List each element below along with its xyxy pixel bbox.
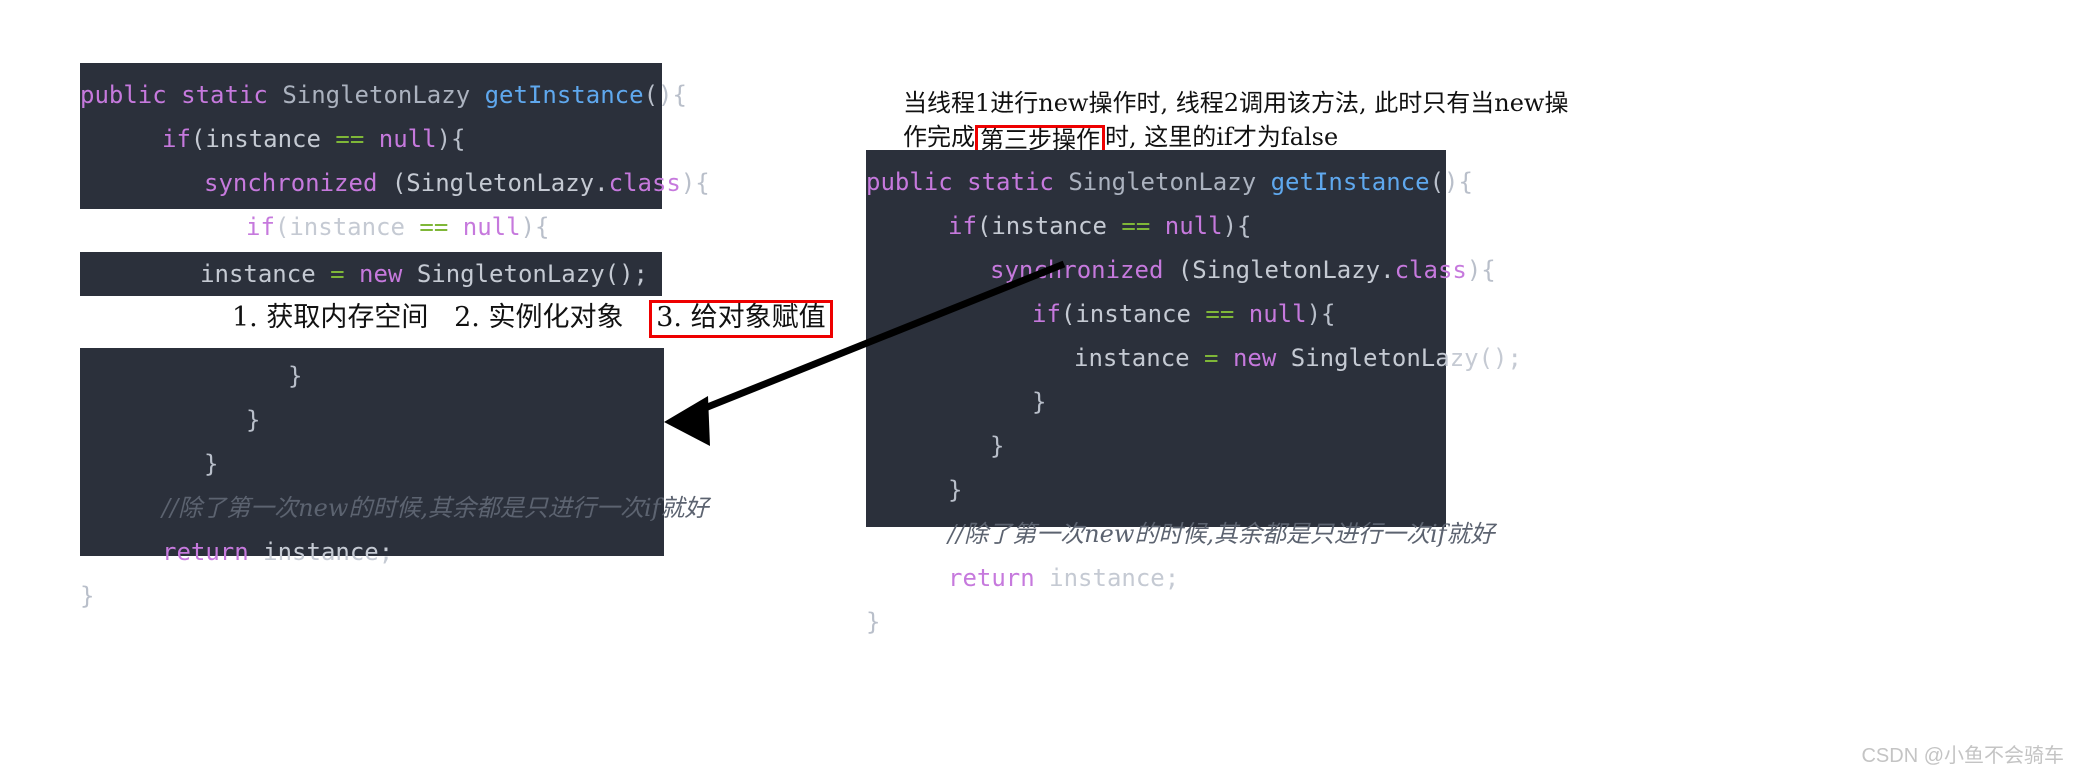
code-token: class bbox=[1394, 256, 1467, 284]
code-token: getInstance bbox=[1270, 168, 1430, 196]
step-2-label: 2. 实例化对象 bbox=[454, 302, 624, 333]
code-line: } bbox=[80, 354, 664, 398]
code-line: instance = new SingletonLazy(); bbox=[866, 336, 1522, 380]
code-token: null bbox=[378, 125, 437, 153]
code-token: public bbox=[80, 81, 182, 109]
code-token: (instance bbox=[976, 212, 1122, 240]
new-operation-steps-annotation: 1. 获取内存空间 2. 实例化对象 3. 给对象赋值 bbox=[232, 300, 833, 339]
code-line: if(instance == null){ bbox=[866, 204, 1446, 248]
code-token: null bbox=[1248, 300, 1307, 328]
code-line: if(instance == null){ bbox=[80, 117, 662, 161]
step-1-label: 1. 获取内存空间 bbox=[232, 302, 429, 333]
code-token: } bbox=[1032, 388, 1047, 416]
code-token: public bbox=[866, 168, 968, 196]
code-token: == bbox=[1205, 300, 1249, 328]
code-token: if bbox=[162, 125, 191, 153]
code-token: static bbox=[181, 81, 283, 109]
code-token: = bbox=[1204, 344, 1233, 372]
code-token: (instance bbox=[274, 213, 420, 241]
code-line: } bbox=[866, 600, 1446, 644]
code-token: return bbox=[162, 538, 264, 566]
code-line: synchronized (SingletonLazy.class){ bbox=[866, 248, 1496, 292]
code-line: //除了第一次new的时候,其余都是只进行一次if就好 bbox=[866, 512, 1495, 556]
code-token: ){ bbox=[436, 125, 466, 153]
code-token: SingletonLazy(); bbox=[1290, 344, 1522, 372]
code-line: instance = new SingletonLazy(); bbox=[80, 252, 662, 296]
code-line: } bbox=[866, 424, 1446, 468]
code-token: } bbox=[246, 406, 261, 434]
code-token: return bbox=[948, 564, 1050, 592]
code-line: } bbox=[80, 442, 664, 486]
csdn-watermark: CSDN @小鱼不会骑车 bbox=[1861, 745, 2064, 767]
code-token: instance bbox=[1074, 344, 1205, 372]
code-block-left-bottom: }}} //除了第一次new的时候,其余都是只进行一次if就好 return ins… bbox=[80, 348, 709, 610]
code-token: instance; bbox=[1049, 564, 1180, 592]
code-token: new bbox=[359, 260, 417, 288]
code-token: null bbox=[1164, 212, 1223, 240]
code-token: (){ bbox=[1429, 168, 1473, 196]
code-token: } bbox=[990, 432, 1005, 460]
code-token: SingletonLazy bbox=[282, 81, 485, 109]
code-line: return instance; bbox=[866, 556, 1446, 600]
code-line: if(instance == null){ bbox=[866, 292, 1446, 336]
code-token: instance bbox=[200, 260, 331, 288]
code-token: new bbox=[1232, 344, 1291, 372]
code-line: public static SingletonLazy getInstance(… bbox=[80, 73, 687, 117]
code-token: if bbox=[948, 212, 977, 240]
code-token: == bbox=[1121, 212, 1165, 240]
code-block-left-instantiation: instance = new SingletonLazy(); bbox=[80, 252, 662, 296]
code-token: } bbox=[288, 362, 303, 390]
thread-annotation-line-1: 当线程1进行new操作时, 线程2调用该方法, 此时只有当new操 bbox=[903, 89, 1569, 117]
code-token: ){ bbox=[680, 169, 710, 197]
code-block-left-top: public static SingletonLazy getInstance(… bbox=[80, 63, 710, 241]
code-token: == bbox=[335, 125, 379, 153]
code-line: public static SingletonLazy getInstance(… bbox=[866, 160, 1473, 204]
code-line: //除了第一次new的时候,其余都是只进行一次if就好 bbox=[80, 486, 709, 530]
code-line: synchronized (SingletonLazy.class){ bbox=[80, 161, 710, 205]
code-line: } bbox=[866, 380, 1446, 424]
code-token: SingletonLazy(); bbox=[416, 260, 648, 288]
code-token: } bbox=[866, 608, 881, 636]
code-line: return instance; bbox=[80, 530, 664, 574]
code-token: if bbox=[1032, 300, 1061, 328]
code-token: (SingletonLazy. bbox=[1177, 256, 1395, 284]
code-line: } bbox=[80, 398, 664, 442]
code-token: static bbox=[967, 168, 1069, 196]
code-token: SingletonLazy bbox=[1068, 168, 1271, 196]
code-block-right: public static SingletonLazy getInstance(… bbox=[866, 150, 1522, 636]
code-token: } bbox=[80, 582, 95, 610]
code-token: } bbox=[948, 476, 963, 504]
code-token: //除了第一次new的时候,其余都是只进行一次if就好 bbox=[162, 494, 709, 522]
code-token: class bbox=[608, 169, 681, 197]
thread-race-annotation: 当线程1进行new操作时, 线程2调用该方法, 此时只有当new操 作完成 第三步… bbox=[903, 86, 1569, 159]
code-line: } bbox=[866, 468, 1446, 512]
code-token: instance; bbox=[263, 538, 394, 566]
code-token: ){ bbox=[1466, 256, 1496, 284]
code-token: synchronized bbox=[204, 169, 392, 197]
code-token: ){ bbox=[1306, 300, 1336, 328]
code-token: == bbox=[419, 213, 463, 241]
code-line: } bbox=[80, 574, 664, 618]
code-token: ){ bbox=[520, 213, 550, 241]
code-token: (instance bbox=[190, 125, 336, 153]
code-token: ){ bbox=[1222, 212, 1252, 240]
code-token: getInstance bbox=[484, 81, 644, 109]
code-token: synchronized bbox=[990, 256, 1178, 284]
step-3-highlight-box: 3. 给对象赋值 bbox=[649, 300, 833, 339]
code-token: (){ bbox=[643, 81, 687, 109]
code-token: = bbox=[330, 260, 360, 288]
code-token: if bbox=[246, 213, 275, 241]
code-line: if(instance == null){ bbox=[80, 205, 662, 249]
code-token: //除了第一次new的时候,其余都是只进行一次if就好 bbox=[948, 520, 1495, 548]
code-token: } bbox=[204, 450, 219, 478]
code-token: null bbox=[462, 213, 521, 241]
code-token: (SingletonLazy. bbox=[391, 169, 609, 197]
code-token: (instance bbox=[1060, 300, 1206, 328]
